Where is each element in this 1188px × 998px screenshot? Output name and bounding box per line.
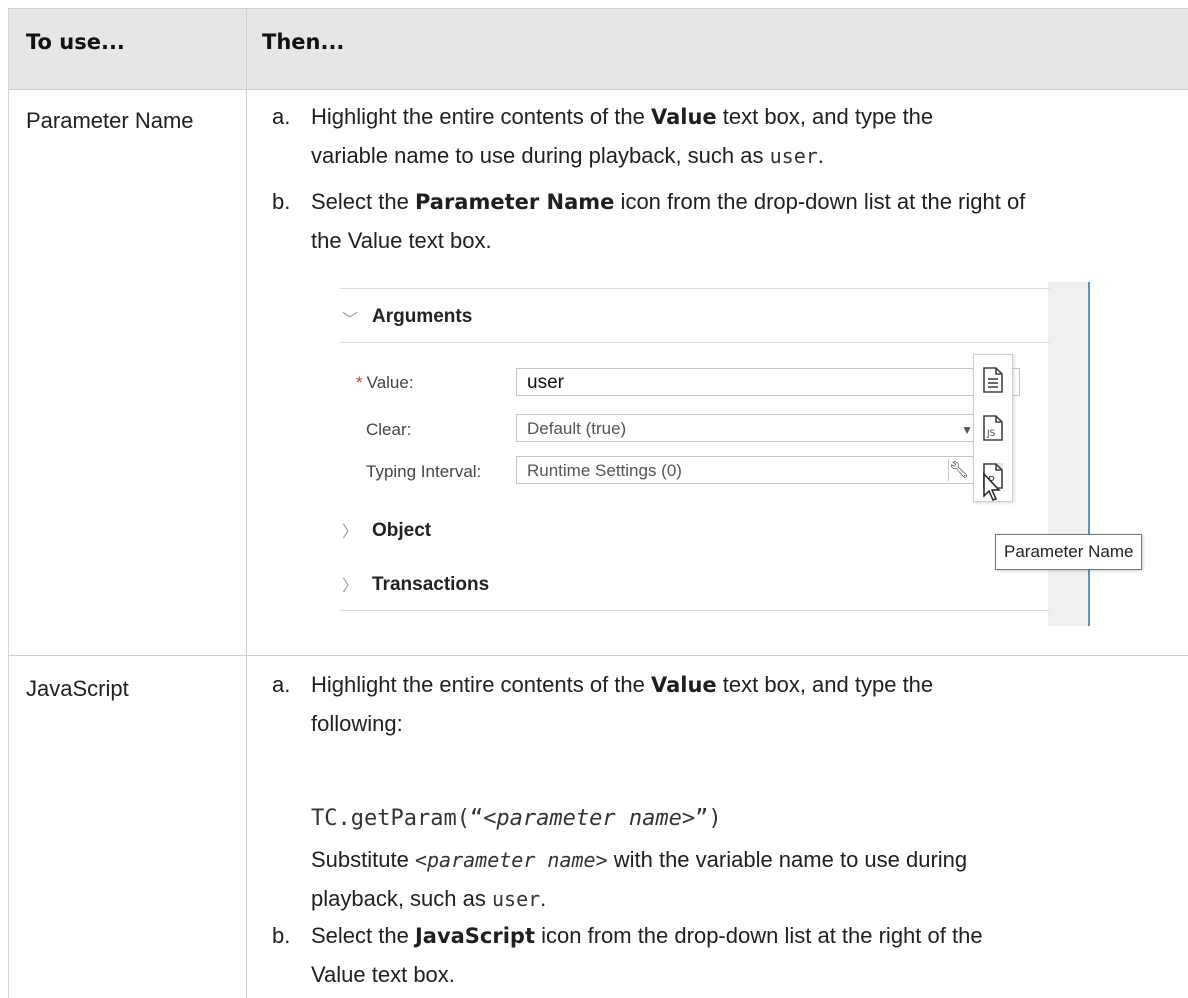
typing-interval-input[interactable]: Runtime Settings (0) 🔧︎	[516, 456, 976, 484]
step-text: Select the	[311, 189, 415, 214]
panel-gutter	[1048, 282, 1088, 626]
step-text: icon from the drop-down list at the righ…	[614, 189, 1026, 214]
step-text: text box, and type the	[716, 672, 934, 697]
step-text: Substitute	[311, 847, 415, 872]
value-label: * Value:	[356, 373, 414, 393]
chevron-right-icon[interactable]: 〉	[342, 572, 358, 596]
step-text: icon from the drop-down list at the righ…	[535, 923, 983, 948]
separator	[340, 610, 1050, 611]
panel-edge	[1088, 282, 1090, 626]
section-object[interactable]: Object	[372, 520, 431, 542]
step-bold: Value	[651, 673, 717, 697]
inline-code: <parameter name>	[414, 848, 608, 872]
javascript-icon[interactable]: JS	[983, 415, 1003, 441]
step-text: playback, such as	[311, 886, 492, 911]
table-header-row	[8, 8, 1188, 90]
wrench-icon[interactable]: 🔧︎	[949, 457, 969, 485]
step-text: the Value text box.	[311, 228, 492, 253]
step-letter: a.	[272, 672, 291, 697]
step-bold: Parameter Name	[414, 190, 615, 214]
row-divider	[8, 655, 1188, 656]
step-letter: a.	[272, 104, 291, 129]
code-example: TC.getParam(“<parameter name>”)	[311, 806, 722, 831]
mouse-pointer-icon	[983, 472, 1001, 501]
step-text: Value text box.	[311, 962, 455, 987]
step-letter: b.	[272, 189, 291, 214]
step-text: Highlight the entire contents of the	[311, 672, 651, 697]
header-then: Then...	[262, 30, 345, 54]
chevron-down-icon: ▼	[961, 423, 973, 437]
step-text: .	[540, 886, 547, 911]
separator	[340, 342, 1050, 343]
properties-panel-screenshot: ﹀ Arguments * Value: user Clear: Default …	[320, 282, 1143, 626]
step-letter: b.	[272, 923, 291, 948]
typing-interval-label: Typing Interval:	[366, 462, 482, 481]
step-bold: JavaScript	[414, 924, 535, 948]
required-mark: *	[356, 373, 363, 392]
clear-label: Clear:	[366, 420, 412, 439]
substitute-note: Substitute <parameter name> with the var…	[311, 842, 1161, 917]
inline-code: user	[769, 144, 818, 168]
step-text: Select the	[311, 923, 415, 948]
step-text: .	[817, 143, 824, 168]
step-text: with the variable name to use during	[607, 847, 968, 872]
step-text: Highlight the entire contents of the	[311, 104, 651, 129]
value-input[interactable]: user	[516, 368, 1020, 396]
svg-text:JS: JS	[986, 429, 996, 439]
chevron-right-icon[interactable]: 〉	[342, 518, 358, 542]
header-to-use: To use...	[26, 30, 125, 54]
step-text: variable name to use during playback, su…	[311, 143, 770, 168]
row-label-javascript: JavaScript	[26, 676, 129, 701]
step-bold: Value	[651, 105, 717, 129]
text-value-icon[interactable]	[983, 367, 1003, 393]
code-param: <parameter name>	[483, 806, 696, 831]
column-divider	[246, 8, 247, 998]
code-text: ”)	[695, 806, 722, 831]
clear-select[interactable]: Default (true) ▼	[516, 414, 986, 442]
step-text: following:	[311, 711, 403, 736]
code-text: TC.getParam(“	[311, 806, 484, 831]
separator	[340, 288, 1050, 289]
section-arguments[interactable]: Arguments	[372, 306, 472, 328]
typing-interval-value: Runtime Settings (0)	[527, 461, 682, 480]
inline-code: user	[491, 887, 541, 911]
step-text: text box, and type the	[716, 104, 934, 129]
section-transactions[interactable]: Transactions	[372, 574, 489, 596]
table-left-border	[8, 8, 9, 998]
clear-value: Default (true)	[527, 419, 627, 438]
chevron-down-icon[interactable]: ﹀	[342, 306, 358, 330]
label-text: Value:	[366, 373, 414, 392]
steps-table: To use... Then... Parameter Name a. High…	[0, 0, 1188, 998]
tooltip: Parameter Name	[995, 534, 1143, 570]
row-label-parameter-name: Parameter Name	[26, 108, 194, 133]
